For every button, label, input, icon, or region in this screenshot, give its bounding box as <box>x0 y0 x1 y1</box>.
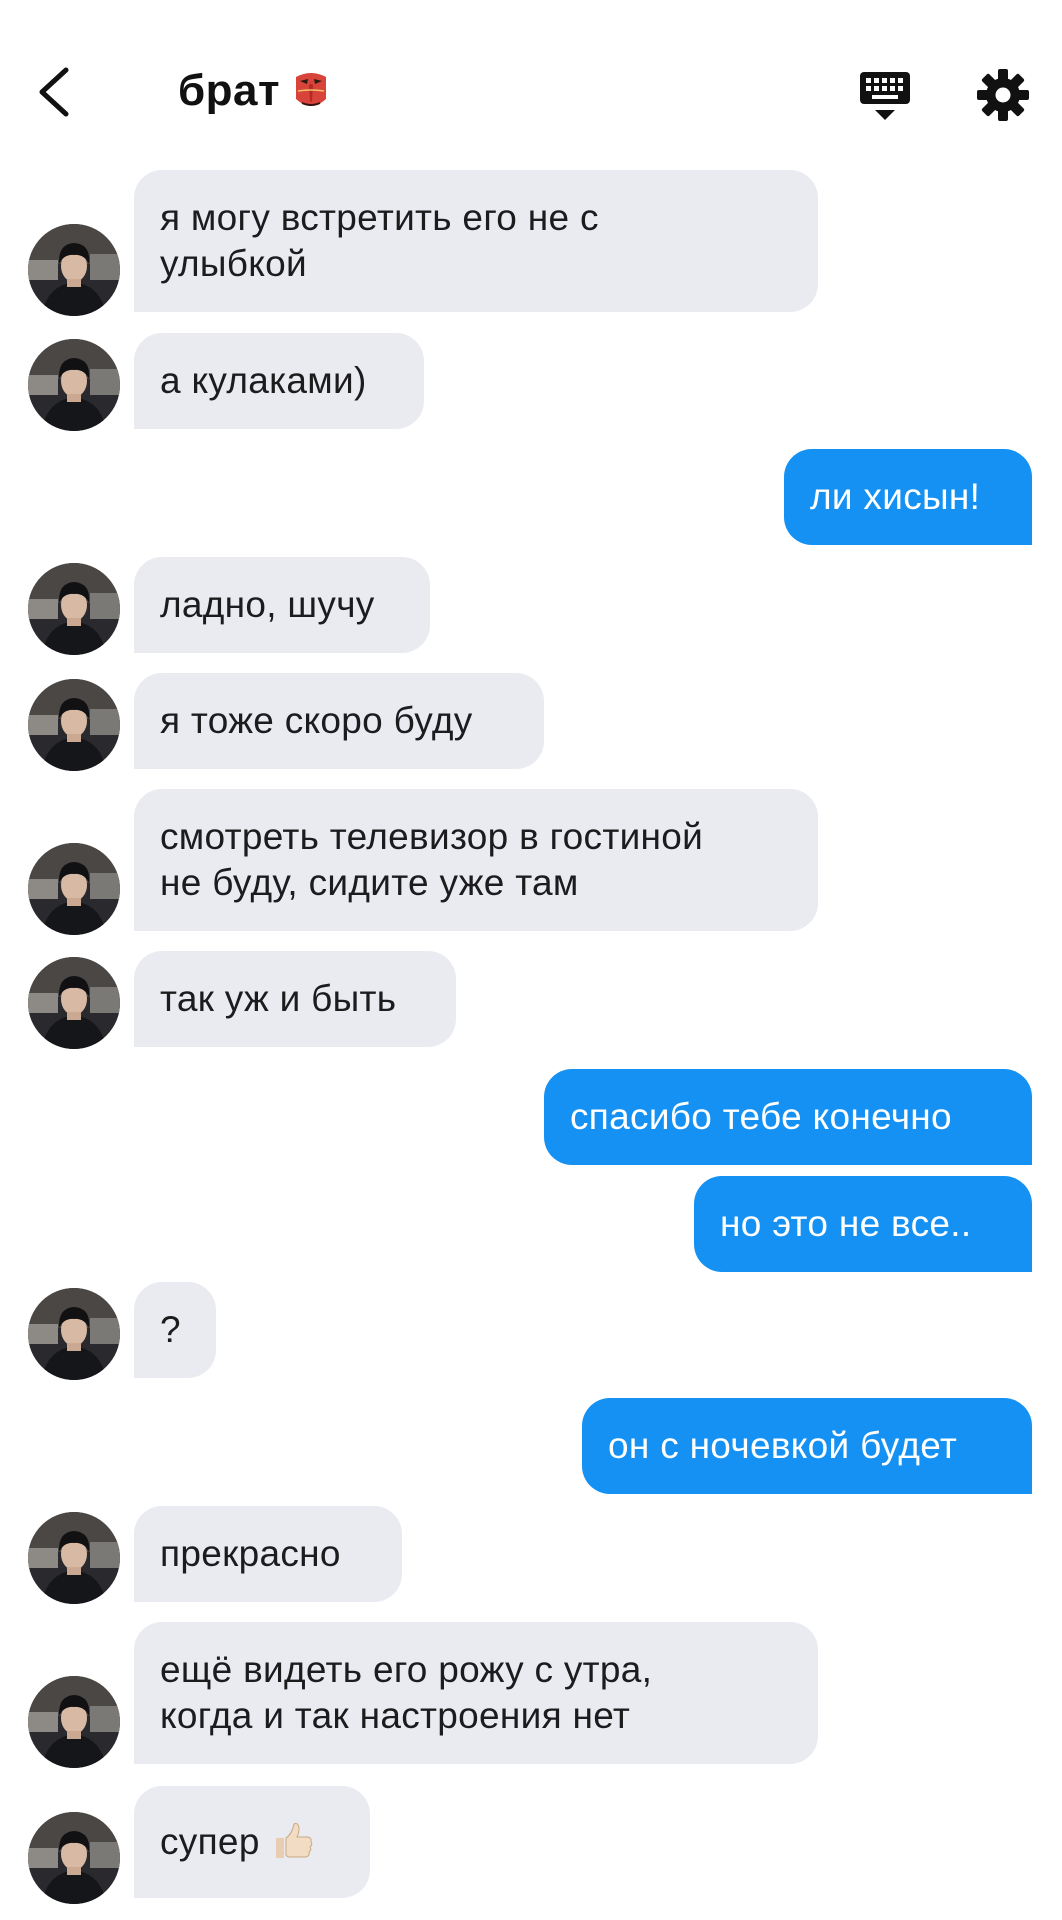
incoming-message-bubble[interactable]: так уж и быть <box>134 951 456 1047</box>
incoming-message-bubble[interactable]: я могу встретить его не с улыбкой <box>134 170 818 312</box>
avatar[interactable] <box>28 339 120 431</box>
avatar[interactable] <box>28 1512 120 1604</box>
avatar[interactable] <box>28 224 120 316</box>
outgoing-message-bubble[interactable]: но это не все.. <box>694 1176 1032 1272</box>
message-text: ли хисын! <box>810 476 981 517</box>
message-text: ? <box>160 1309 181 1350</box>
incoming-message-bubble[interactable]: прекрасно <box>134 1506 402 1602</box>
outgoing-message-bubble[interactable]: ли хисын! <box>784 449 1032 545</box>
chat-title-group[interactable]: брат <box>178 66 330 116</box>
avatar[interactable] <box>28 1812 120 1904</box>
message-text: он с ночевкой будет <box>608 1425 958 1466</box>
incoming-message-bubble[interactable]: супер <box>134 1786 370 1898</box>
avatar[interactable] <box>28 1676 120 1768</box>
message-text: смотреть телевизор в гостиной <box>160 816 704 857</box>
message-text: когда и так настроения нет <box>160 1695 631 1736</box>
incoming-message-bubble[interactable]: я тоже скоро буду <box>134 673 544 769</box>
message-text: супер <box>160 1821 260 1862</box>
outgoing-message-bubble[interactable]: он с ночевкой будет <box>582 1398 1032 1494</box>
message-text: я тоже скоро буду <box>160 700 473 741</box>
avatar[interactable] <box>28 563 120 655</box>
incoming-message-bubble[interactable]: ладно, шучу <box>134 557 430 653</box>
avatar[interactable] <box>28 1288 120 1380</box>
incoming-message-bubble[interactable]: смотреть телевизор в гостиной не буду, с… <box>134 789 818 931</box>
message-text-row: супер <box>160 1819 344 1865</box>
message-text: я могу встретить его не с <box>160 197 599 238</box>
chevron-left-icon[interactable] <box>28 62 88 122</box>
thumbs-up-emoji <box>275 1823 312 1858</box>
tengu-mask-emoji <box>296 73 327 106</box>
avatar[interactable] <box>28 957 120 1049</box>
message-text: спасибо тебе конечно <box>570 1096 952 1137</box>
message-text: прекрасно <box>160 1533 341 1574</box>
message-text: улыбкой <box>160 243 308 284</box>
incoming-message-bubble[interactable]: ? <box>134 1282 216 1378</box>
chat-title: брат <box>178 66 281 115</box>
avatar[interactable] <box>28 679 120 771</box>
chat-header: брат <box>0 0 1062 170</box>
message-text: а кулаками) <box>160 360 367 401</box>
gear-icon[interactable] <box>976 68 1030 122</box>
avatar[interactable] <box>28 843 120 935</box>
message-text: не буду, сидите уже там <box>160 862 579 903</box>
message-text: но это не все.. <box>720 1203 972 1244</box>
outgoing-message-bubble[interactable]: спасибо тебе конечно <box>544 1069 1032 1165</box>
message-text: ладно, шучу <box>160 584 375 625</box>
incoming-message-bubble[interactable]: а кулаками) <box>134 333 424 429</box>
message-text: ещё видеть его рожу с утра, <box>160 1649 653 1690</box>
incoming-message-bubble[interactable]: ещё видеть его рожу с утра, когда и так … <box>134 1622 818 1764</box>
message-text: так уж и быть <box>160 978 397 1019</box>
keyboard-hide-icon[interactable] <box>858 70 912 124</box>
